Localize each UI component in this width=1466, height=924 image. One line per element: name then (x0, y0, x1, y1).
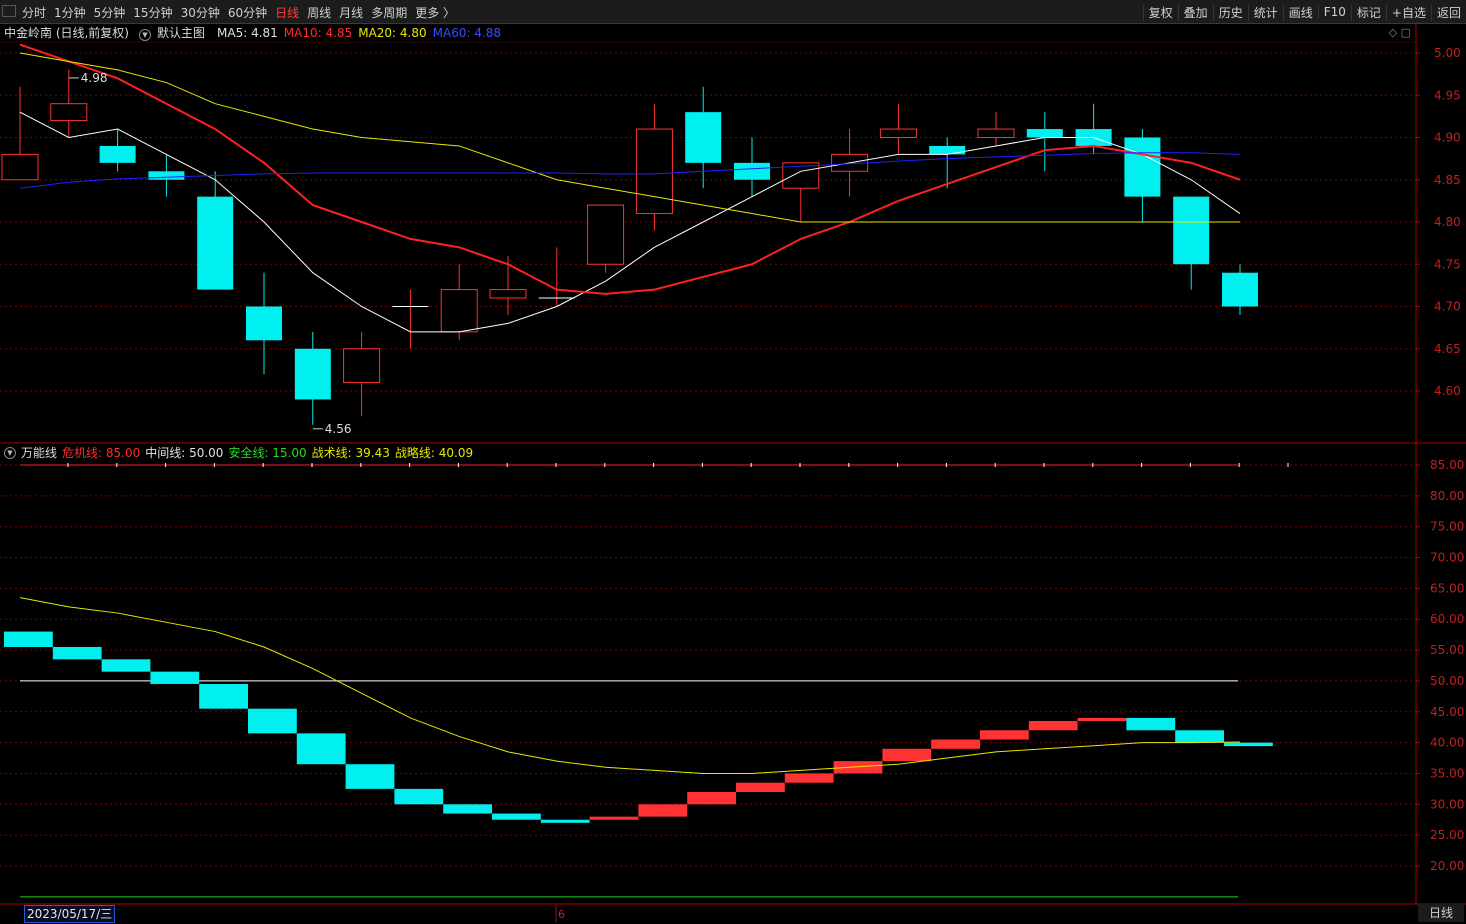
candle-body (294, 348, 331, 400)
candle-body (197, 196, 234, 290)
up-candle (343, 331, 381, 417)
down-candle (685, 86, 722, 189)
candle-body (489, 289, 527, 299)
up-candle (392, 289, 429, 349)
up-candle (977, 112, 1015, 146)
tactic-line-block (1028, 721, 1078, 731)
indicator-tick-label: 50.00 (1430, 674, 1464, 688)
tactic-line-block (345, 764, 395, 789)
tactic-line-block (736, 782, 785, 792)
price-tick-label: 4.85 (1434, 173, 1461, 187)
indicator-tick-label: 30.00 (1430, 797, 1464, 811)
candle-body (734, 162, 770, 180)
candle-body (440, 289, 478, 333)
price-tick-label: 5.00 (1434, 46, 1461, 60)
up-candle (538, 247, 575, 307)
tactic-line-block (1175, 730, 1224, 743)
tactic-line-block (199, 684, 248, 709)
down-candle (1026, 112, 1063, 172)
extreme-price-label: 4.98 (81, 71, 108, 85)
indicator-tick-label: 70.00 (1430, 551, 1464, 565)
indicator-tick-label: 40.00 (1430, 736, 1464, 750)
indicator-tick-label: 35.00 (1430, 766, 1464, 780)
candle-body (148, 171, 185, 180)
indicator-tick-label: 80.00 (1430, 489, 1464, 503)
indicator-tick-label: 65.00 (1430, 581, 1464, 595)
period-button[interactable]: 日线 (1418, 904, 1464, 922)
down-candle (1173, 196, 1210, 290)
ma-line-ma60 (19, 152, 1241, 189)
price-tick-label: 4.80 (1434, 215, 1461, 229)
tactic-line-block (540, 819, 590, 823)
candle-body (1173, 196, 1210, 265)
month-marker: 6 (558, 908, 565, 921)
price-tick-label: 4.65 (1434, 342, 1461, 356)
date-label: 2023/05/17/三 (24, 905, 116, 923)
indicator-tick-label: 45.00 (1430, 705, 1464, 719)
up-candle (635, 103, 673, 231)
tactic-line-block (638, 804, 688, 817)
indicator-tick-label: 25.00 (1430, 828, 1464, 842)
tactic-line-block (4, 631, 53, 647)
tactic-line-block (1077, 717, 1127, 722)
tactic-line-block (1224, 742, 1273, 747)
candle-body (246, 306, 282, 341)
price-tick-label: 4.90 (1434, 131, 1461, 145)
candle-body (1124, 137, 1161, 197)
indicator-tick-label: 55.00 (1430, 643, 1464, 657)
candle-body (587, 204, 625, 265)
tactic-line-block (589, 816, 639, 820)
down-candle (246, 272, 282, 375)
candle-body (879, 128, 917, 139)
tactic-line-block (52, 646, 102, 660)
tactic-line-block (443, 804, 492, 814)
down-candle (294, 331, 331, 425)
tactic-line-block (784, 773, 834, 783)
candle-body (1026, 129, 1063, 138)
up-candle (440, 264, 478, 341)
chart-canvas[interactable]: 5.00 4.95 4.90 4.85 4.80 4.75 4.70 4.65 4.60 4.98… (0, 0, 1466, 924)
candle-body (1, 153, 39, 181)
price-tick-label: 4.60 (1434, 384, 1461, 398)
tactic-line-block (248, 708, 297, 734)
tactic-line-block (687, 791, 736, 805)
down-candle (197, 171, 234, 290)
candle-body (1222, 272, 1258, 307)
indicator-tick-label: 20.00 (1430, 859, 1464, 873)
tactic-line-block (296, 733, 346, 765)
price-tick-label: 4.75 (1434, 257, 1461, 271)
indicator-tick-label: 60.00 (1430, 612, 1464, 626)
up-candle (1, 86, 39, 181)
down-candle (1124, 129, 1161, 222)
up-candle (879, 103, 917, 155)
tactic-line-block (882, 748, 932, 762)
candle-body (685, 112, 722, 163)
tactic-line-block (150, 671, 200, 685)
down-candle (1222, 264, 1258, 315)
candle-body (50, 103, 88, 122)
price-tick-label: 4.95 (1434, 88, 1461, 102)
indicator-tick-label: 75.00 (1430, 520, 1464, 534)
candle-body (99, 145, 136, 163)
tactic-line-block (394, 788, 444, 805)
candle-body (929, 145, 966, 155)
candle-body (343, 348, 381, 384)
tactic-line-block (833, 761, 883, 774)
tactic-line-block (492, 813, 541, 820)
tactic-line-block (101, 659, 151, 672)
candle-body (977, 128, 1015, 139)
indicator-tick-label: 85.00 (1430, 458, 1464, 472)
tactic-line-block (1126, 717, 1176, 731)
up-candle (587, 204, 625, 273)
candle-body (635, 128, 673, 215)
extreme-price-label: 4.56 (325, 422, 352, 436)
price-tick-label: 4.70 (1434, 300, 1461, 314)
down-candle (734, 137, 770, 197)
tactic-line-block (980, 730, 1029, 740)
tactic-line-block (931, 739, 980, 749)
